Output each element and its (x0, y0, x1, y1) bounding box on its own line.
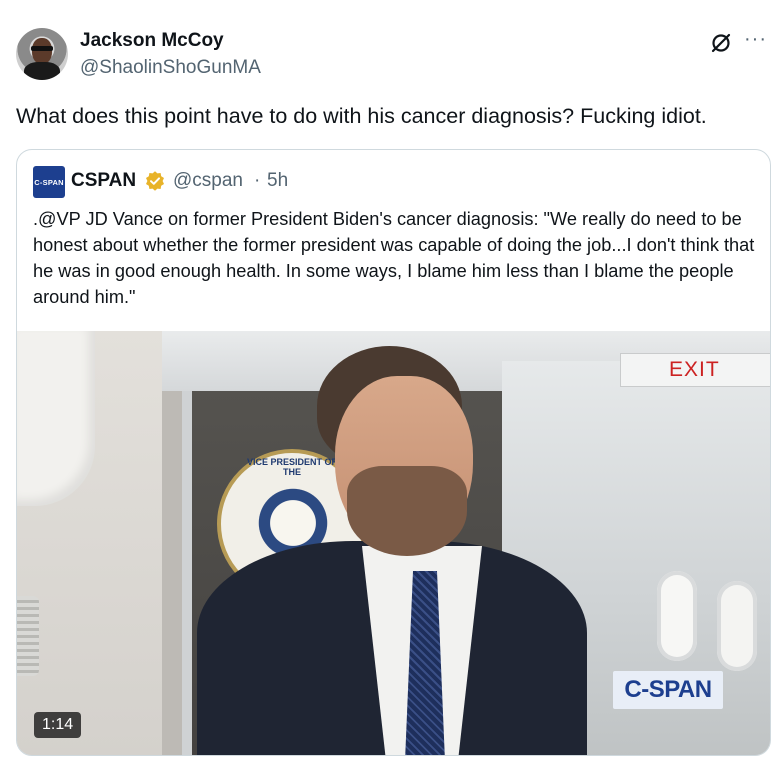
avatar-body (24, 62, 60, 80)
exit-sign-text: EXIT (669, 358, 720, 381)
door-frame (162, 331, 182, 755)
seal-text: VICE PRESIDENT OF THE (246, 457, 337, 477)
avatar-sunglasses (31, 46, 53, 51)
quoted-separator: · (254, 170, 261, 191)
author-handle[interactable]: @ShaolinShoGunMA (80, 57, 261, 79)
author-display-name[interactable]: Jackson McCoy (80, 30, 224, 52)
video-player[interactable]: EXIT VICE PRESIDENT OF THE C-SPAN 1:14 (17, 331, 770, 755)
quoted-text: .@VP JD Vance on former President Biden'… (33, 209, 755, 307)
tweet-text: What does this point have to do with his… (16, 104, 707, 128)
cspan-watermark-text: C-SPAN (624, 676, 712, 703)
cspan-logo-avatar[interactable]: C-SPAN (33, 166, 65, 198)
video-duration-badge: 1:14 (34, 712, 82, 738)
grok-icon[interactable] (708, 30, 734, 56)
cspan-logo-text: C-SPAN (34, 177, 64, 187)
cabin-window (657, 571, 697, 661)
quoted-display-name[interactable]: CSPAN (71, 170, 136, 192)
avatar-face (32, 38, 52, 64)
person-beard (347, 466, 467, 556)
avatar[interactable] (16, 28, 68, 80)
quoted-tweet[interactable]: C-SPAN CSPAN @cspan · 5h .@VP JD Vance o… (16, 149, 771, 756)
overhead-bin (17, 331, 95, 506)
quoted-timestamp[interactable]: 5h (267, 170, 288, 192)
more-icon[interactable]: ··· (744, 28, 767, 51)
verified-gold-badge-icon (146, 171, 164, 191)
quoted-handle[interactable]: @cspan (173, 170, 243, 192)
cabin-window (717, 581, 757, 671)
tweet[interactable]: Jackson McCoy @ShaolinShoGunMA ··· What … (0, 0, 784, 772)
cspan-watermark: C-SPAN (613, 671, 723, 709)
air-vent (17, 596, 39, 676)
